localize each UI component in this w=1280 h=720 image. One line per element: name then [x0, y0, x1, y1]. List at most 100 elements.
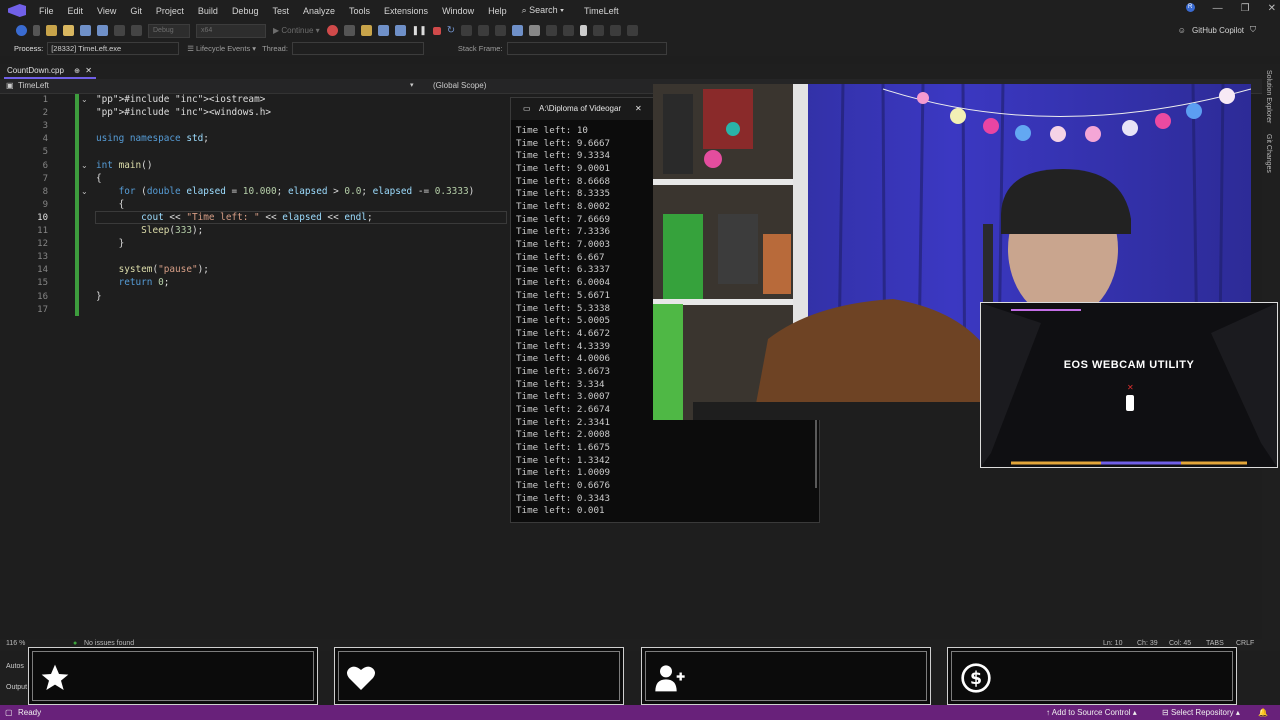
- step-into-icon[interactable]: [478, 25, 490, 36]
- new-project-icon[interactable]: [46, 25, 57, 36]
- code-line[interactable]: return 0;: [96, 277, 170, 288]
- github-copilot-button[interactable]: ☺ GitHub Copilot ⛉: [1178, 25, 1256, 35]
- code-line[interactable]: {: [96, 199, 125, 210]
- menu-extensions[interactable]: Extensions: [377, 6, 435, 16]
- solution-explorer-tab[interactable]: Solution Explorer: [1265, 70, 1272, 123]
- code-line[interactable]: system("pause");: [96, 264, 209, 275]
- autos-tab[interactable]: Autos: [6, 663, 24, 670]
- scope-nav-select[interactable]: (Global Scope): [433, 79, 486, 93]
- menu-project[interactable]: Project: [149, 6, 191, 16]
- continue-button[interactable]: ▶ Continue ▾: [273, 26, 320, 35]
- open-folder-icon[interactable]: [63, 25, 74, 36]
- code-line[interactable]: int main(): [96, 160, 152, 171]
- line-ending-indicator[interactable]: CRLF: [1236, 640, 1254, 647]
- thread-select[interactable]: [291, 41, 424, 55]
- menu-edit[interactable]: Edit: [61, 6, 91, 16]
- menu-build[interactable]: Build: [191, 6, 225, 16]
- lifecycle-events-button[interactable]: ☰ Lifecycle Events ▾: [187, 44, 256, 53]
- prev-bookmark-icon[interactable]: [593, 25, 605, 36]
- save-all-icon[interactable]: [97, 25, 108, 36]
- menu-analyze[interactable]: Analyze: [296, 6, 342, 16]
- console-line: Time left: 0.001: [516, 505, 605, 517]
- tab-close-icon[interactable]: ✕: [85, 66, 92, 75]
- comment-icon[interactable]: [546, 25, 558, 36]
- line-number: 4: [42, 134, 48, 145]
- status-bar: ▢ Ready ↑ Add to Source Control ▴ ⊟ Sele…: [0, 705, 1280, 720]
- tabs-indicator[interactable]: TABS: [1206, 640, 1224, 647]
- project-nav-chevron-icon[interactable]: ▾: [410, 79, 414, 93]
- pause-icon[interactable]: ❚❚: [412, 25, 427, 36]
- fold-toggle-icon[interactable]: ⌄: [81, 95, 88, 104]
- close-icon[interactable]: ✕: [1268, 3, 1276, 14]
- restart-icon[interactable]: ↻: [447, 25, 455, 36]
- break-all-icon[interactable]: [394, 25, 406, 36]
- layout-icon[interactable]: [360, 25, 372, 36]
- code-line[interactable]: using namespace std;: [96, 133, 209, 144]
- fold-toggle-icon[interactable]: ⌄: [81, 187, 88, 196]
- code-line[interactable]: cout << "Time left: " << elapsed << endl…: [95, 210, 507, 224]
- hot-reload-icon[interactable]: [326, 25, 338, 36]
- follow-alert-box: [28, 647, 318, 705]
- platform-select[interactable]: x64: [196, 23, 266, 38]
- console-line: Time left: 10: [516, 125, 588, 136]
- maximize-icon[interactable]: ❐: [1241, 3, 1250, 14]
- code-line[interactable]: {: [96, 173, 102, 184]
- project-nav-select[interactable]: TimeLeft: [18, 79, 49, 93]
- output-tab[interactable]: Output: [6, 684, 27, 691]
- pin-icon[interactable]: ⊕: [74, 68, 80, 75]
- menu-help[interactable]: Help: [481, 6, 514, 16]
- dollar-icon: $: [961, 663, 991, 693]
- code-line[interactable]: "pp">#include "inc"><iostream>: [96, 94, 265, 105]
- stop-icon[interactable]: [432, 26, 441, 35]
- eos-title: EOS WEBCAM UTILITY: [1063, 359, 1195, 371]
- menu-git[interactable]: Git: [123, 6, 149, 16]
- back-icon[interactable]: [16, 25, 27, 36]
- menu-test[interactable]: Test: [265, 6, 296, 16]
- process-select[interactable]: [28332] TimeLeft.exe: [47, 41, 180, 55]
- forward-icon[interactable]: [33, 25, 40, 36]
- uncomment-icon[interactable]: [563, 25, 575, 36]
- config-select[interactable]: Debug: [148, 23, 190, 38]
- visual-studio-logo-icon: [8, 4, 26, 17]
- breakpoint-window-icon[interactable]: [377, 25, 389, 36]
- avatar[interactable]: R: [1185, 3, 1195, 12]
- add-to-source-control-button[interactable]: ↑ Add to Source Control ▴: [1046, 705, 1137, 720]
- select-repository-button[interactable]: ⊟ Select Repository ▴: [1162, 705, 1240, 720]
- show-threads-icon[interactable]: [512, 25, 524, 36]
- fold-toggle-icon[interactable]: ⌄: [81, 161, 88, 170]
- share-icon[interactable]: ⛉: [1250, 25, 1256, 35]
- issues-status[interactable]: No issues found: [84, 640, 134, 647]
- stack-frame-select[interactable]: [506, 41, 667, 55]
- code-line[interactable]: }: [96, 291, 102, 302]
- document-tab-row: [0, 64, 1262, 79]
- menu-debug[interactable]: Debug: [225, 6, 266, 16]
- menu-file[interactable]: File: [32, 6, 61, 16]
- tab-countdown-cpp[interactable]: CountDown.cpp ⊕ ✕: [4, 64, 96, 79]
- code-line[interactable]: for (double elapsed = 10.000; elapsed > …: [96, 186, 475, 197]
- search-box[interactable]: ⌕ Search ▾: [522, 5, 564, 16]
- clear-bookmarks-icon[interactable]: [627, 25, 639, 36]
- redo-icon[interactable]: [131, 25, 142, 36]
- menu-view[interactable]: View: [90, 6, 123, 16]
- line-number: 14: [37, 265, 48, 276]
- minimize-icon[interactable]: —: [1213, 3, 1223, 14]
- bookmark-icon[interactable]: [580, 25, 588, 36]
- code-line[interactable]: Sleep(333);: [96, 225, 203, 236]
- code-line[interactable]: }: [96, 238, 125, 249]
- format-icon[interactable]: [529, 25, 541, 36]
- save-icon[interactable]: [80, 25, 91, 36]
- undo-icon[interactable]: [114, 25, 125, 36]
- next-bookmark-icon[interactable]: [610, 25, 622, 36]
- menu-tools[interactable]: Tools: [342, 6, 377, 16]
- git-changes-tab[interactable]: Git Changes: [1265, 134, 1272, 173]
- code-line[interactable]: "pp">#include "inc"><windows.h>: [96, 107, 271, 118]
- console-line: Time left: 0.3343: [516, 492, 611, 504]
- notifications-icon[interactable]: 🔔: [1258, 705, 1268, 720]
- diagnostics-icon[interactable]: [343, 25, 355, 36]
- menu-window[interactable]: Window: [435, 6, 481, 16]
- step-out-icon[interactable]: [495, 25, 507, 36]
- zoom-level[interactable]: 116 %: [6, 640, 25, 647]
- line-number: 16: [37, 291, 48, 302]
- step-over-icon[interactable]: [461, 25, 473, 36]
- console-close-icon[interactable]: ✕: [635, 98, 642, 120]
